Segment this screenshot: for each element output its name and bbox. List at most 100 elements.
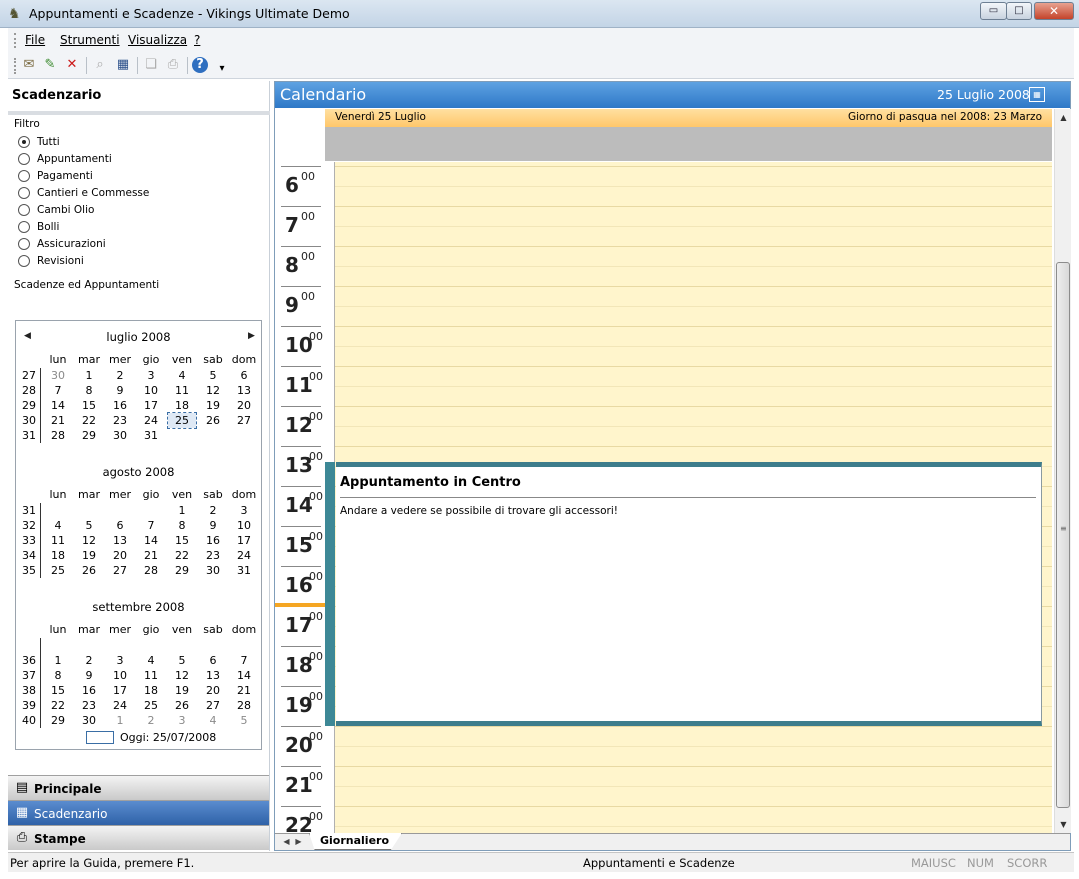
calendar-day[interactable]: 16 (75, 683, 103, 698)
calendar-day[interactable]: 2 (75, 653, 103, 668)
calendar-day[interactable]: 15 (75, 398, 103, 413)
calendar-day[interactable]: 3 (168, 713, 196, 728)
mini-calendar[interactable]: ◀ ▶ luglio 2008 lun mar mer gio ven sab dom 27 30… (15, 320, 262, 750)
today-row[interactable]: Oggi: 25/07/2008 (86, 730, 216, 744)
calendar-day[interactable]: 4 (137, 653, 165, 668)
calendar-day[interactable]: 30 (106, 428, 134, 443)
calendar-day[interactable]: 5 (199, 368, 227, 383)
help-icon[interactable]: ? (192, 57, 208, 73)
calendar-day[interactable]: 3 (137, 368, 165, 383)
calendar-day[interactable]: 19 (75, 548, 103, 563)
calendar-day[interactable]: 4 (199, 713, 227, 728)
calendar-day[interactable]: 22 (44, 698, 72, 713)
calendar-day[interactable]: 19 (199, 398, 227, 413)
menu-help[interactable]: ? (194, 33, 200, 47)
calendar-day[interactable]: 2 (106, 368, 134, 383)
calendar-day[interactable]: 27 (199, 698, 227, 713)
radio-button[interactable] (18, 152, 30, 165)
calendar-day[interactable]: 8 (168, 518, 196, 533)
calendar-day[interactable]: 29 (44, 713, 72, 728)
calendar-day[interactable]: 28 (137, 563, 165, 578)
calendar-day[interactable]: 5 (230, 713, 258, 728)
calendar-day[interactable]: 10 (106, 668, 134, 683)
time-slot-area[interactable]: Appuntamento in Centro Andare a vedere s… (325, 162, 1052, 833)
filter-option[interactable]: Assicurazioni (18, 236, 106, 251)
calendar-day[interactable]: 25 (44, 563, 72, 578)
calendar-day[interactable]: 14 (44, 398, 72, 413)
radio-button[interactable] (18, 135, 30, 148)
calendar-day[interactable]: 13 (106, 533, 134, 548)
calendar-day[interactable]: 23 (106, 413, 134, 428)
calendar-day[interactable]: 21 (44, 413, 72, 428)
calendar-day[interactable]: 30 (199, 563, 227, 578)
close-button[interactable]: ✕ (1034, 2, 1074, 20)
menu-grip[interactable] (14, 33, 16, 48)
calendar-day[interactable]: 11 (137, 668, 165, 683)
calendar-day[interactable]: 8 (44, 668, 72, 683)
minimize-button[interactable]: ▭ (980, 2, 1007, 20)
print-icon[interactable]: ⎙ (164, 56, 182, 74)
calendar-day[interactable]: 20 (199, 683, 227, 698)
calendar-day[interactable]: 31 (137, 428, 165, 443)
toolbar-overflow-icon[interactable]: ▾ (213, 60, 231, 78)
calendar-day[interactable]: 26 (75, 563, 103, 578)
print-preview-icon[interactable]: ❏ (142, 56, 160, 74)
calendar-day[interactable]: 16 (199, 533, 227, 548)
calendar-day[interactable]: 20 (106, 548, 134, 563)
calendar-day[interactable]: 23 (199, 548, 227, 563)
calendar-day[interactable]: 12 (199, 383, 227, 398)
month-title[interactable]: agosto 2008 (16, 465, 261, 479)
radio-button[interactable] (18, 237, 30, 250)
edit-icon[interactable]: ✎ (41, 56, 59, 74)
menu-strumenti[interactable]: Strumenti (60, 33, 120, 47)
calendar-day[interactable]: 12 (75, 533, 103, 548)
calendar-day[interactable]: 14 (137, 533, 165, 548)
maximize-button[interactable]: □ (1006, 2, 1032, 20)
calendar-day[interactable]: 24 (230, 548, 258, 563)
calendar-day[interactable]: 17 (106, 683, 134, 698)
calendar-day[interactable]: 7 (137, 518, 165, 533)
tab-giornaliero[interactable]: Giornaliero (309, 833, 403, 850)
toolbar-grip[interactable] (14, 58, 16, 74)
calendar-day[interactable]: 21 (230, 683, 258, 698)
calendar-day[interactable]: 18 (137, 683, 165, 698)
calendar-day[interactable]: 6 (106, 518, 134, 533)
calendar-day[interactable]: 25 (137, 698, 165, 713)
scroll-thumb[interactable]: ≡ (1056, 262, 1070, 808)
calendar-day[interactable]: 3 (106, 653, 134, 668)
calendar-day[interactable]: 4 (168, 368, 196, 383)
calendar-day[interactable]: 15 (44, 683, 72, 698)
calendar-day[interactable]: 14 (230, 668, 258, 683)
nav-button-principale[interactable]: ▤ Principale (8, 775, 269, 800)
calendar-day[interactable]: 28 (230, 698, 258, 713)
calendar-day[interactable]: 8 (75, 383, 103, 398)
calendar-day[interactable]: 6 (199, 653, 227, 668)
calendar-day[interactable]: 20 (230, 398, 258, 413)
calendar-day[interactable]: 18 (168, 398, 196, 413)
calendar-day[interactable]: 6 (230, 368, 258, 383)
calendar-day[interactable]: 15 (168, 533, 196, 548)
calendar-day[interactable]: 29 (75, 428, 103, 443)
calendar-day[interactable]: 22 (75, 413, 103, 428)
menu-visualizza[interactable]: Visualizza (128, 33, 187, 47)
delete-icon[interactable]: ✕ (63, 56, 81, 74)
filter-option[interactable]: Cantieri e Commesse (18, 185, 149, 200)
calendar-day[interactable]: 11 (168, 383, 196, 398)
calendar-day[interactable]: 24 (137, 413, 165, 428)
calendar-day[interactable]: 1 (168, 503, 196, 518)
new-appointment-icon[interactable]: ✉ (20, 56, 38, 74)
calendar-day[interactable]: 17 (137, 398, 165, 413)
menu-file[interactable]: File (25, 33, 45, 47)
appointment-block[interactable]: Appuntamento in Centro Andare a vedere s… (336, 462, 1042, 726)
calendar-day[interactable]: 16 (106, 398, 134, 413)
calendar-day[interactable]: 26 (199, 413, 227, 428)
calendar-day[interactable]: 29 (168, 563, 196, 578)
calendar-day-selected[interactable]: 25 (167, 412, 197, 429)
radio-button[interactable] (18, 169, 30, 182)
tab-prev-icon[interactable]: ◀ (281, 836, 292, 848)
calendar-day[interactable]: 5 (75, 518, 103, 533)
filter-option[interactable]: Cambi Olio (18, 202, 94, 217)
calendar-day[interactable]: 30 (44, 368, 72, 383)
calendar-day[interactable]: 22 (168, 548, 196, 563)
calendar-day[interactable]: 1 (75, 368, 103, 383)
